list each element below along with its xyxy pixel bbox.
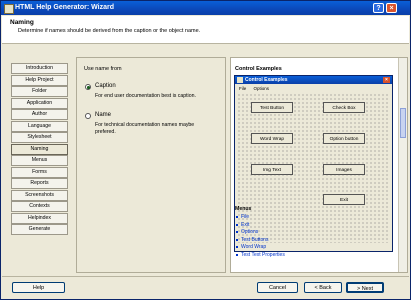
name-radio-label[interactable]: Name	[95, 112, 111, 118]
name-radio[interactable]	[85, 113, 91, 119]
list-item[interactable]: File	[236, 214, 285, 220]
app-icon	[4, 4, 14, 14]
step-menus[interactable]: Menus	[11, 155, 68, 166]
preview-img-text: Img Text	[251, 164, 293, 175]
preview-menu-options: Options	[253, 86, 270, 91]
caption-radio[interactable]	[85, 84, 91, 90]
name-description: For technical documentation names maybe …	[95, 122, 195, 135]
page-title: Naming	[10, 19, 34, 26]
step-generate[interactable]: Generate	[11, 224, 68, 235]
list-item[interactable]: Exit	[236, 222, 285, 228]
window-title: HTML Help Generator: Wizard	[15, 4, 114, 11]
caption-radio-label[interactable]: Caption	[95, 83, 116, 89]
preview-title: Control Examples	[235, 66, 282, 72]
naming-options-panel: Use name from Caption For end user docum…	[76, 57, 226, 273]
help-title-button[interactable]: ?	[373, 3, 384, 13]
step-help-project[interactable]: Help Project	[11, 74, 68, 86]
wizard-window: HTML Help Generator: Wizard ? × Naming D…	[0, 0, 411, 300]
preview-exit: Exit	[323, 194, 365, 205]
preview-scrollbar[interactable]	[398, 58, 407, 272]
preview-menubar: File Options	[239, 86, 275, 91]
cancel-button[interactable]: Cancel	[257, 282, 298, 293]
step-application[interactable]: Application	[11, 97, 68, 109]
caption-description: For end user documentation best is capti…	[95, 93, 196, 99]
step-naming[interactable]: Naming	[11, 143, 68, 155]
step-author[interactable]: Author	[11, 109, 68, 120]
step-contexts[interactable]: Contexts	[11, 201, 68, 212]
step-language[interactable]: Language	[11, 120, 68, 132]
list-item[interactable]: Word Wrap	[236, 244, 285, 250]
preview-window-titlebar: Control Examples ×	[235, 76, 392, 84]
preview-option-button: Option button	[323, 133, 365, 144]
step-screenshots[interactable]: Screenshots	[11, 189, 68, 201]
use-name-from-label: Use name from	[84, 66, 122, 72]
back-button[interactable]: < Back	[304, 282, 342, 293]
step-folder[interactable]: Folder	[11, 86, 68, 97]
menus-heading: Menus	[235, 206, 252, 212]
list-item[interactable]: Options	[236, 229, 285, 235]
wizard-steps: Introduction Help Project Folder Applica…	[11, 63, 68, 236]
list-item[interactable]: Test Buttons	[236, 237, 285, 243]
title-bar[interactable]: HTML Help Generator: Wizard ? ×	[1, 1, 410, 15]
preview-images: Images	[323, 164, 365, 175]
page-header: Naming Determine if names should be deri…	[2, 16, 409, 44]
preview-close-icon: ×	[383, 77, 390, 83]
page-description: Determine if names should be derived fro…	[18, 28, 201, 34]
preview-word-wrap: Word Wrap	[251, 133, 293, 144]
help-button[interactable]: Help	[12, 282, 65, 293]
step-helpindex[interactable]: Helpindex	[11, 212, 68, 224]
next-button[interactable]: > Next	[346, 282, 384, 293]
step-stylesheet[interactable]: Stylesheet	[11, 132, 68, 143]
footer-divider	[2, 276, 409, 277]
preview-check-box: Check Box	[323, 102, 365, 113]
preview-test-button: Test Button	[251, 102, 293, 113]
preview-menu-file: File	[239, 86, 247, 91]
preview-window-title: Control Examples	[245, 77, 288, 83]
scrollbar-thumb[interactable]	[400, 108, 406, 138]
step-introduction[interactable]: Introduction	[11, 63, 68, 74]
preview-window-icon	[237, 77, 243, 83]
step-reports[interactable]: Reports	[11, 178, 68, 189]
preview-menus-list: Menus File Exit Options Test Buttons Wor…	[235, 206, 285, 260]
preview-pane: Control Examples Control Examples × File…	[230, 57, 408, 273]
close-button[interactable]: ×	[386, 3, 397, 13]
step-forms[interactable]: Forms	[11, 166, 68, 178]
list-item[interactable]: Test Text Properties	[236, 252, 285, 258]
